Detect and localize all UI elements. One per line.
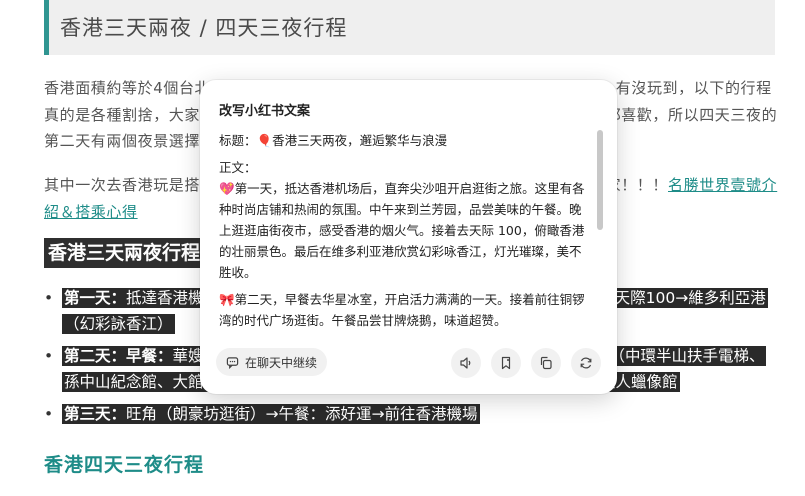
bookmark-icon: [501, 356, 511, 370]
page: 香港三天兩夜 / 四天三夜行程 香港面積約等於4個台北市，景點雖然多但其實只要安…: [0, 0, 805, 496]
popup-paragraph: 🎀第二天，早餐去华星冰室，开启活力满满的一天。接着前往铜锣湾的时代广场逛街。午餐…: [219, 292, 585, 328]
section-heading-3d2n: 香港三天兩夜行程: [44, 238, 205, 268]
copy-icon: [540, 356, 552, 370]
popup-body-label: 正文：: [219, 160, 257, 175]
copy-button[interactable]: [531, 348, 561, 378]
bullet-icon: •: [44, 347, 54, 365]
refresh-icon: [580, 357, 592, 369]
popup-content[interactable]: 标题：🎈香港三天两夜，邂逅繁华与浪漫 正文： 💖第一天，抵达香港机场后，直奔尖沙…: [219, 130, 591, 378]
bullet-icon: •: [44, 289, 54, 307]
popup-title: 改写小红书文案: [219, 104, 311, 119]
popup-actions: 在聊天中继续: [216, 348, 605, 378]
speaker-icon: [460, 357, 471, 369]
bullet-icon: •: [44, 405, 54, 423]
day-label: 第一天：: [64, 289, 127, 307]
popup-heading-line: 标题：🎈香港三天两夜，邂逅繁华与浪漫: [219, 133, 448, 148]
chat-icon: [226, 356, 239, 369]
day-text: 旺角（朗豪坊逛街）→午餐：添好運→前往香港機場: [126, 405, 478, 423]
day-label: 第三天：: [64, 405, 127, 423]
popup-scrollbar[interactable]: [597, 130, 603, 230]
regenerate-button[interactable]: [571, 348, 601, 378]
article-title-box: 香港三天兩夜 / 四天三夜行程: [44, 0, 775, 55]
continue-label: 在聊天中继续: [245, 355, 318, 370]
section-heading-4d3n: 香港四天三夜行程: [44, 454, 205, 476]
list-item: • 第三天：旺角（朗豪坊逛街）→午餐：添好運→前往香港機場: [44, 401, 779, 427]
day-label: 第二天：早餐：: [64, 347, 173, 365]
article-title: 香港三天兩夜 / 四天三夜行程: [60, 16, 348, 40]
read-aloud-button[interactable]: [451, 348, 481, 378]
rewrite-popup: 改写小红书文案 标题：🎈香港三天两夜，邂逅繁华与浪漫 正文： 💖第一天，抵达香港…: [200, 80, 617, 394]
save-note-button[interactable]: [491, 348, 521, 378]
continue-in-chat-button[interactable]: 在聊天中继续: [216, 348, 328, 376]
popup-paragraph: 💖第一天，抵达香港机场后，直奔尖沙咀开启逛街之旅。这里有各种时尚店铺和热闹的氛围…: [219, 181, 585, 280]
